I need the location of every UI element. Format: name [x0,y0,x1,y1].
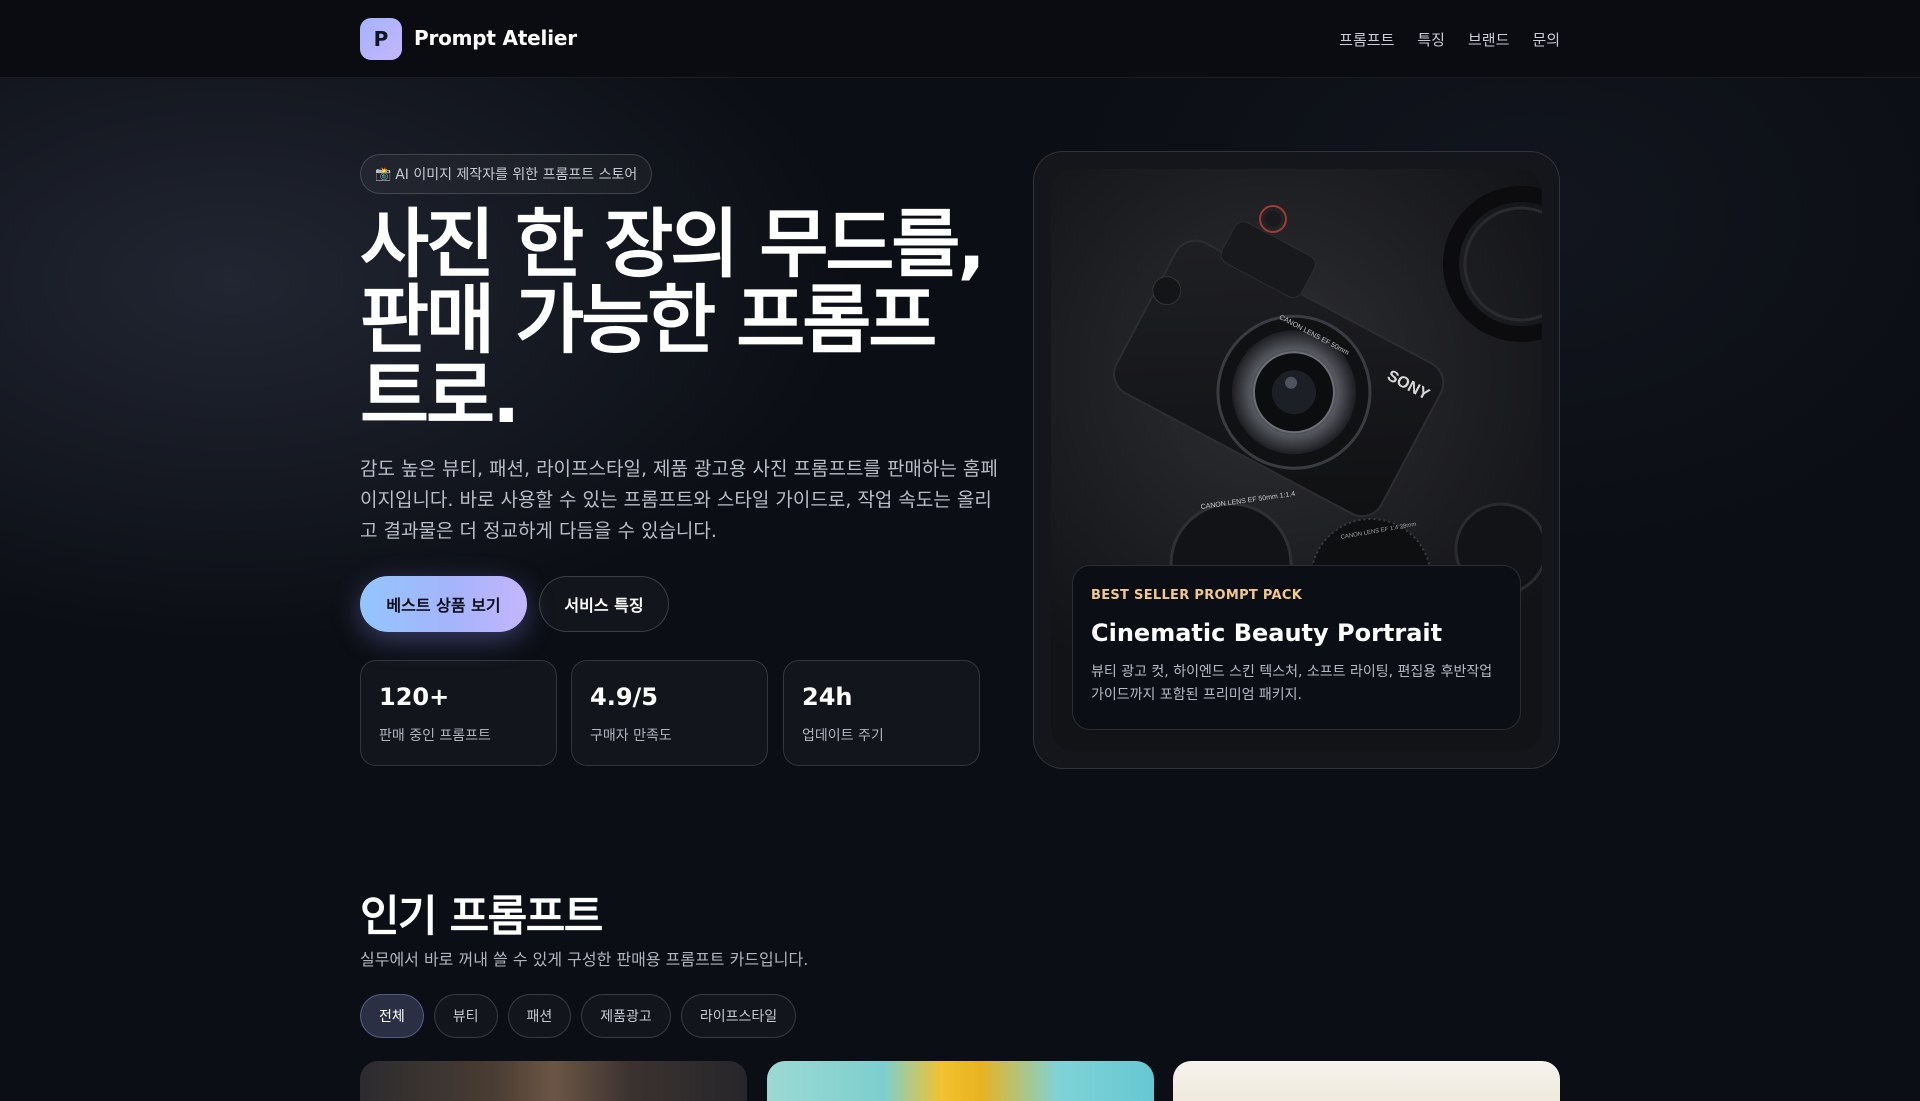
brand-name[interactable]: Prompt Atelier [414,26,577,50]
featured-title[interactable]: Cinematic Beauty Portrait [1091,619,1502,647]
camera-icon: 📸 [375,166,392,182]
nav-link-features[interactable]: 특징 [1417,29,1445,50]
hero-headline: 사진 한 장의 무드를, 판매 가능한 프롬프 트로. [360,206,1000,434]
stat-card-satisfaction: 4.9/5 구매자 만족도 [571,660,768,766]
stat-label: 업데이트 주기 [802,728,884,744]
stat-value: 24h [802,683,853,711]
service-features-button[interactable]: 서비스 특징 [539,576,669,632]
stat-label: 구매자 만족도 [590,728,672,744]
filter-chip-fashion[interactable]: 패션 [507,994,572,1038]
main-nav: 프롬프트 특징 브랜드 문의 [1339,29,1560,50]
prompt-card-beauty[interactable] [360,1061,747,1101]
stat-card-prompts: 120+ 판매 중인 프롬프트 [360,660,557,766]
section-subtitle: 실무에서 바로 꺼내 쓸 수 있게 구성한 판매용 프롬프트 카드입니다. [360,950,809,969]
prompt-card-fashion[interactable] [767,1061,1154,1101]
nav-link-prompts[interactable]: 프롬프트 [1339,29,1394,50]
stat-label: 판매 중인 프롬프트 [379,728,491,744]
filter-chip-lifestyle[interactable]: 라이프스타일 [680,994,797,1038]
prompt-card-product[interactable] [1173,1061,1560,1101]
nav-link-contact[interactable]: 문의 [1532,29,1560,50]
filter-chip-all[interactable]: 전체 [360,994,424,1038]
featured-description: 뷰티 광고 컷, 하이엔드 스킨 텍스처, 소프트 라이팅, 편집용 후반작업 … [1091,664,1493,703]
stat-card-updates: 24h 업데이트 주기 [783,660,980,766]
headline-line-2: 판매 가능한 프롬프 [360,276,937,364]
stat-value: 120+ [379,683,450,711]
filter-chip-beauty[interactable]: 뷰티 [433,994,498,1038]
headline-line-3: 트로. [360,352,521,440]
logo-icon[interactable]: P [360,18,402,60]
stat-value: 4.9/5 [590,683,658,711]
section-title: 인기 프롬프트 [360,892,603,942]
hero-badge: 📸 AI 이미지 제작자를 위한 프롬프트 스토어 [360,154,653,194]
category-filters: 전체 뷰티 패션 제품광고 라이프스타일 [360,994,797,1038]
hero-description: 감도 높은 뷰티, 패션, 라이프스타일, 제품 광고용 사진 프롬프트를 판매… [360,458,998,542]
featured-info-panel: BEST SELLER PROMPT PACK Cinematic Beauty… [1072,565,1521,730]
featured-kicker: BEST SELLER PROMPT PACK [1091,588,1303,603]
top-navbar: P Prompt Atelier 프롬프트 특징 브랜드 문의 [0,0,1920,78]
hero-badge-text: AI 이미지 제작자를 위한 프롬프트 스토어 [395,167,638,183]
headline-line-1: 사진 한 장의 무드를, [360,200,986,288]
best-products-button[interactable]: 베스트 상품 보기 [360,576,527,632]
nav-link-brand[interactable]: 브랜드 [1468,29,1509,50]
filter-chip-product-ad[interactable]: 제품광고 [581,994,671,1038]
